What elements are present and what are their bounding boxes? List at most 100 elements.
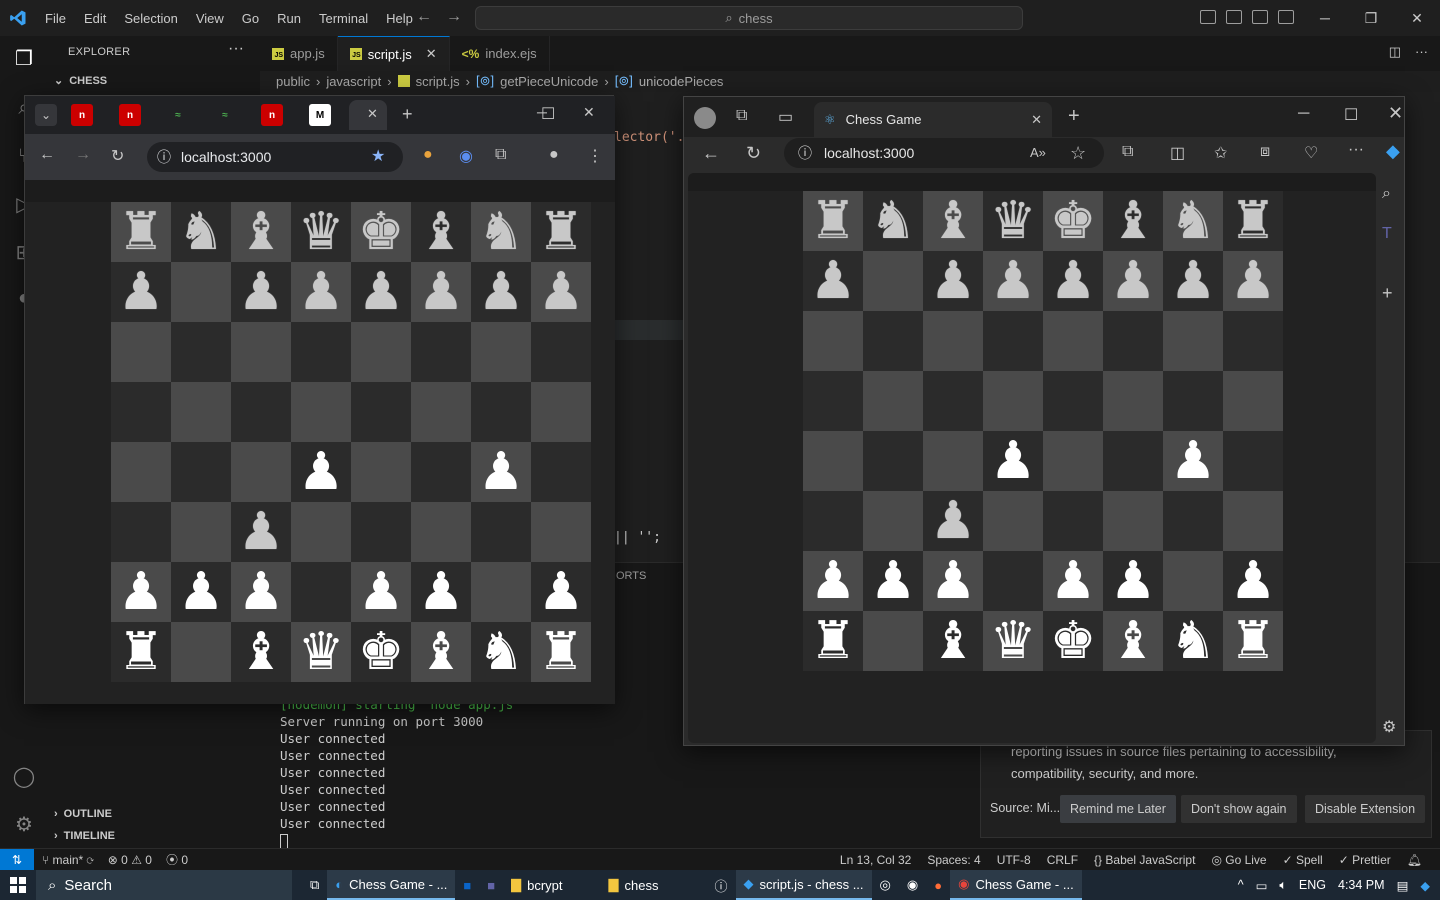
chess-piece[interactable]: ♟ — [298, 442, 345, 502]
chess-piece[interactable]: ♞ — [1170, 191, 1217, 251]
board-square[interactable] — [983, 551, 1043, 611]
board-square[interactable]: ♟ — [291, 262, 351, 322]
board-square[interactable] — [471, 382, 531, 442]
taskbar-edge-app[interactable]: ◐ Chess Game - ... — [327, 870, 456, 900]
taskbar-bcrypt-folder[interactable]: ▇ bcrypt — [503, 870, 570, 900]
board-square[interactable]: ♟ — [1163, 251, 1223, 311]
address-bar[interactable]: ⓘ localhost:3000 — [147, 142, 403, 172]
board-square[interactable]: ♝ — [1103, 611, 1163, 671]
board-square[interactable]: ♟ — [111, 562, 171, 622]
board-square[interactable] — [923, 311, 983, 371]
network-icon[interactable]: ▭ — [1256, 878, 1268, 893]
github-icon[interactable]: ◉ — [899, 870, 926, 900]
postman-icon[interactable]: ● — [926, 870, 950, 900]
board-square[interactable] — [1223, 311, 1283, 371]
board-square[interactable]: ♜ — [803, 191, 863, 251]
chess-piece[interactable]: ♜ — [1230, 191, 1277, 251]
board-square[interactable]: ♟ — [351, 262, 411, 322]
board-square[interactable] — [863, 491, 923, 551]
board-square[interactable]: ♛ — [291, 202, 351, 262]
chess-piece[interactable]: ♜ — [810, 611, 857, 671]
copilot-icon[interactable]: ◆ — [1420, 878, 1430, 893]
manage-gear-icon[interactable]: ⚙ — [12, 812, 36, 836]
close-icon[interactable]: ✕ — [1394, 10, 1440, 27]
tab-favicon-icon[interactable]: ≈ — [214, 104, 236, 126]
board-square[interactable] — [291, 322, 351, 382]
board-square[interactable] — [1043, 311, 1103, 371]
board-square[interactable]: ♟ — [1043, 551, 1103, 611]
cursor-position[interactable]: Ln 13, Col 32 — [840, 853, 911, 867]
chess-piece[interactable]: ♝ — [238, 202, 285, 262]
menu-terminal[interactable]: Terminal — [310, 11, 377, 26]
more-actions-icon[interactable]: ··· — [228, 40, 244, 58]
forward-icon[interactable]: → — [75, 146, 91, 164]
chevron-up-icon[interactable]: ^ — [1238, 878, 1244, 892]
breadcrumb-item[interactable]: getPieceUnicode — [500, 74, 598, 89]
chess-piece[interactable]: ♝ — [238, 622, 285, 682]
board-square[interactable]: ♜ — [531, 622, 591, 682]
board-square[interactable]: ♟ — [983, 251, 1043, 311]
board-square[interactable]: ♜ — [111, 622, 171, 682]
board-square[interactable]: ♟ — [411, 262, 471, 322]
chess-piece[interactable]: ♟ — [478, 262, 525, 322]
close-icon[interactable]: ✕ — [583, 104, 595, 121]
board-square[interactable] — [863, 431, 923, 491]
board-square[interactable]: ♞ — [471, 622, 531, 682]
board-square[interactable]: ♟ — [531, 562, 591, 622]
board-square[interactable] — [171, 442, 231, 502]
task-view-icon[interactable]: ⧉ — [302, 870, 327, 900]
tab-favicon-icon[interactable]: M — [309, 104, 331, 126]
teams-icon[interactable]: ■ — [479, 870, 503, 900]
add-icon[interactable]: + — [1382, 283, 1393, 304]
board-square[interactable]: ♜ — [531, 202, 591, 262]
menu-edit[interactable]: Edit — [75, 11, 115, 26]
workspace-section[interactable]: ⌄ CHESS — [54, 74, 107, 88]
tab-search-icon[interactable]: ⌄ — [35, 104, 57, 126]
board-square[interactable]: ♟ — [983, 431, 1043, 491]
board-square[interactable]: ♟ — [231, 502, 291, 562]
chess-piece[interactable]: ♟ — [118, 562, 165, 622]
board-square[interactable]: ♟ — [1223, 251, 1283, 311]
board-square[interactable] — [803, 431, 863, 491]
notifications-bell-icon[interactable]: 🔔︎ — [1407, 853, 1422, 867]
chess-piece[interactable]: ♟ — [238, 502, 285, 562]
new-tab-icon[interactable]: + — [1068, 105, 1080, 128]
board-square[interactable] — [471, 322, 531, 382]
line-endings[interactable]: CRLF — [1047, 853, 1078, 867]
chess-piece[interactable]: ♟ — [1050, 251, 1097, 311]
board-square[interactable]: ♞ — [1163, 191, 1223, 251]
board-square[interactable] — [531, 442, 591, 502]
chess-piece[interactable]: ♟ — [538, 262, 585, 322]
remote-indicator-icon[interactable]: ⇅ — [0, 848, 34, 871]
search-icon[interactable]: ⌕ — [1382, 185, 1391, 203]
chess-piece[interactable]: ♟ — [178, 562, 225, 622]
board-square[interactable] — [531, 502, 591, 562]
board-square[interactable]: ♞ — [171, 202, 231, 262]
ports-indicator[interactable]: ⦿ 0 — [166, 851, 188, 868]
chess-piece[interactable]: ♟ — [1230, 551, 1277, 611]
chess-piece[interactable]: ♟ — [810, 551, 857, 611]
chess-piece[interactable]: ♟ — [418, 562, 465, 622]
chess-piece[interactable]: ♟ — [870, 551, 917, 611]
chess-piece[interactable]: ♟ — [930, 551, 977, 611]
chess-piece[interactable]: ♛ — [298, 202, 345, 262]
chess-piece[interactable]: ♟ — [930, 491, 977, 551]
board-square[interactable]: ♝ — [1103, 191, 1163, 251]
back-icon[interactable]: ← — [702, 143, 720, 164]
chess-piece[interactable]: ♟ — [810, 251, 857, 311]
board-square[interactable] — [351, 322, 411, 382]
chess-piece[interactable]: ♞ — [478, 622, 525, 682]
board-square[interactable] — [351, 442, 411, 502]
board-square[interactable]: ♛ — [983, 191, 1043, 251]
board-square[interactable] — [1103, 431, 1163, 491]
board-square[interactable] — [111, 502, 171, 562]
board-square[interactable] — [1163, 371, 1223, 431]
board-square[interactable]: ♝ — [411, 202, 471, 262]
taskbar-search[interactable]: ⌕ Search — [36, 870, 292, 900]
board-square[interactable] — [111, 322, 171, 382]
board-square[interactable] — [171, 622, 231, 682]
board-square[interactable]: ♞ — [471, 202, 531, 262]
menu-file[interactable]: File — [36, 11, 75, 26]
board-square[interactable] — [803, 491, 863, 551]
board-square[interactable] — [863, 611, 923, 671]
